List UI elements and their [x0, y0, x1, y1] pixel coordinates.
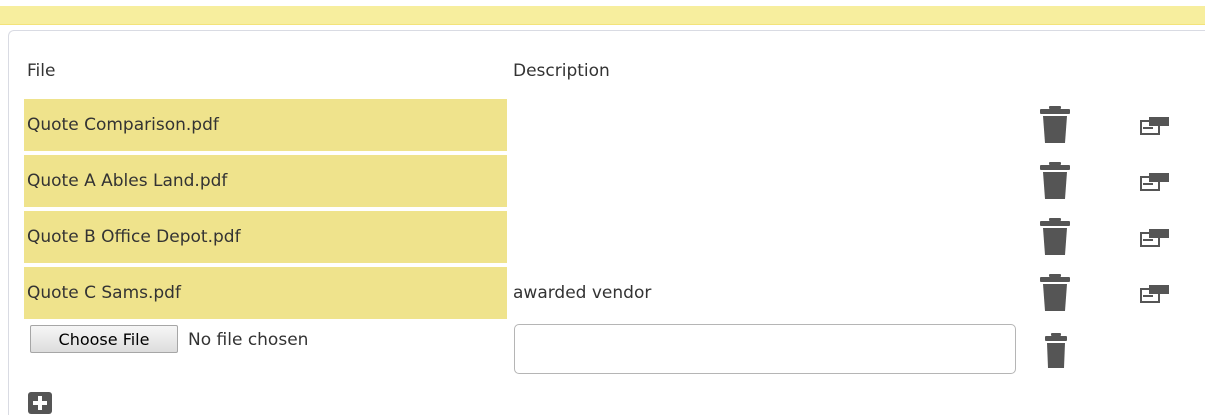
attachment-row: Quote A Ables Land.pdf — [0, 155, 1205, 207]
top-banner — [0, 0, 1205, 25]
trash-icon[interactable] — [1044, 333, 1068, 368]
attachment-row: Quote B Office Depot.pdf — [0, 211, 1205, 263]
trash-icon[interactable] — [1039, 274, 1071, 312]
edit-icon[interactable] — [1140, 172, 1170, 192]
file-name[interactable]: Quote B Office Depot.pdf — [24, 211, 507, 263]
new-attachment-row: Choose File No file chosen — [0, 323, 1205, 378]
edit-icon[interactable] — [1140, 116, 1170, 136]
description-input[interactable] — [514, 324, 1016, 374]
file-name[interactable]: Quote C Sams.pdf — [24, 267, 507, 319]
trash-icon[interactable] — [1039, 106, 1071, 144]
edit-icon[interactable] — [1140, 228, 1170, 248]
choose-file-button[interactable]: Choose File — [30, 325, 178, 353]
file-description: awarded vendor — [513, 283, 652, 303]
attachment-row: Quote C Sams.pdf awarded vendor — [0, 267, 1205, 319]
file-name[interactable]: Quote Comparison.pdf — [24, 99, 507, 151]
description-column-header: Description — [513, 61, 610, 81]
edit-icon[interactable] — [1140, 284, 1170, 304]
file-column-header: File — [27, 61, 56, 81]
attachment-row: Quote Comparison.pdf — [0, 99, 1205, 151]
trash-icon[interactable] — [1039, 162, 1071, 200]
plus-icon[interactable] — [28, 392, 52, 414]
file-name[interactable]: Quote A Ables Land.pdf — [24, 155, 507, 207]
trash-icon[interactable] — [1039, 218, 1071, 256]
file-status: No file chosen — [188, 330, 309, 350]
